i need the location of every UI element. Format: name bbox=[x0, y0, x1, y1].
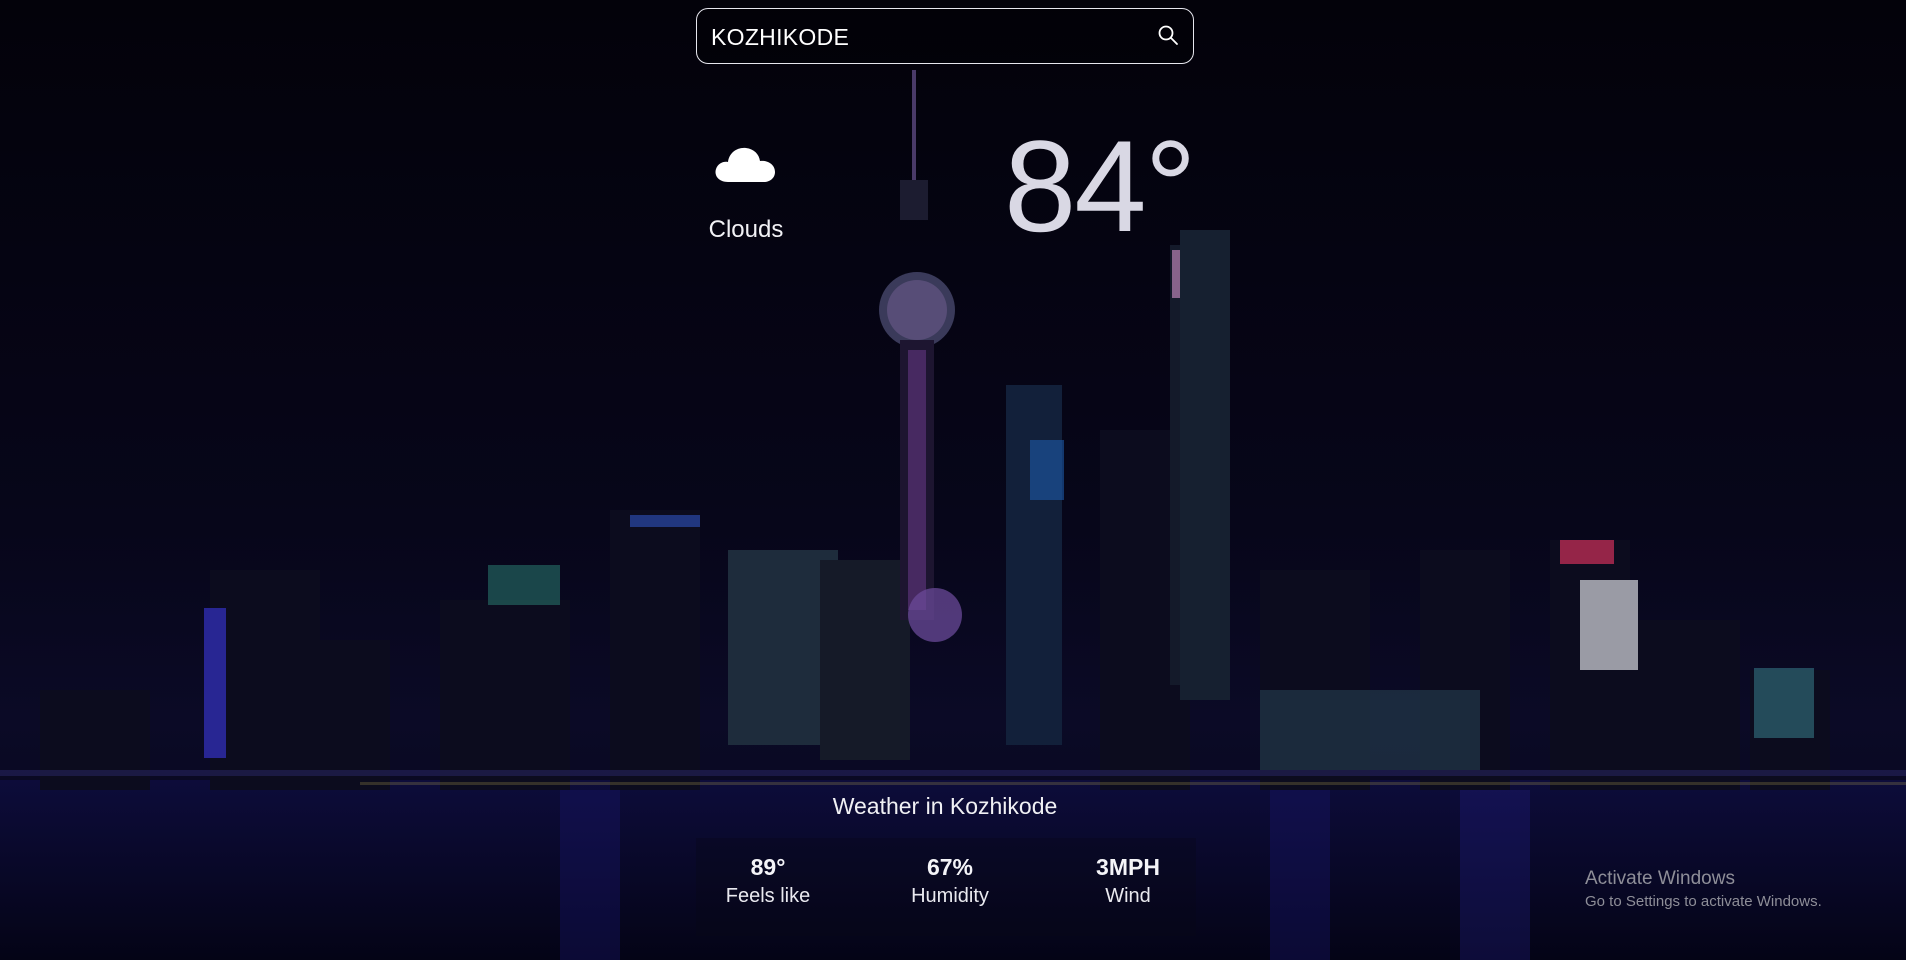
humidity-label: Humidity bbox=[911, 885, 989, 907]
feels-like-stat: 89° Feels like bbox=[708, 852, 828, 910]
activate-windows-subtitle: Go to Settings to activate Windows. bbox=[1585, 893, 1822, 910]
activate-windows-title: Activate Windows bbox=[1585, 868, 1735, 889]
current-temperature: 84° bbox=[1004, 113, 1197, 259]
wind-label: Wind bbox=[1105, 885, 1151, 907]
humidity-stat: 67% Humidity bbox=[890, 852, 1010, 910]
weather-stats: 89° Feels like 67% Humidity 3MPH Wind bbox=[696, 838, 1196, 936]
search-input[interactable] bbox=[709, 17, 1133, 57]
activate-windows-watermark: Activate Windows Go to Settings to activ… bbox=[1585, 866, 1822, 912]
search-icon bbox=[1158, 25, 1178, 45]
search-bar bbox=[696, 8, 1194, 64]
wind-stat: 3MPH Wind bbox=[1068, 852, 1188, 910]
feels-like-label: Feels like bbox=[725, 885, 811, 907]
location-title: Weather in Kozhikode bbox=[832, 793, 1058, 819]
weather-condition: Clouds bbox=[708, 216, 784, 243]
humidity-value: 67% bbox=[926, 854, 974, 880]
search-button[interactable] bbox=[1153, 21, 1183, 51]
feels-like-value: 89° bbox=[750, 854, 786, 880]
cloud-icon bbox=[715, 147, 775, 182]
wind-value: 3MPH bbox=[1096, 854, 1160, 880]
